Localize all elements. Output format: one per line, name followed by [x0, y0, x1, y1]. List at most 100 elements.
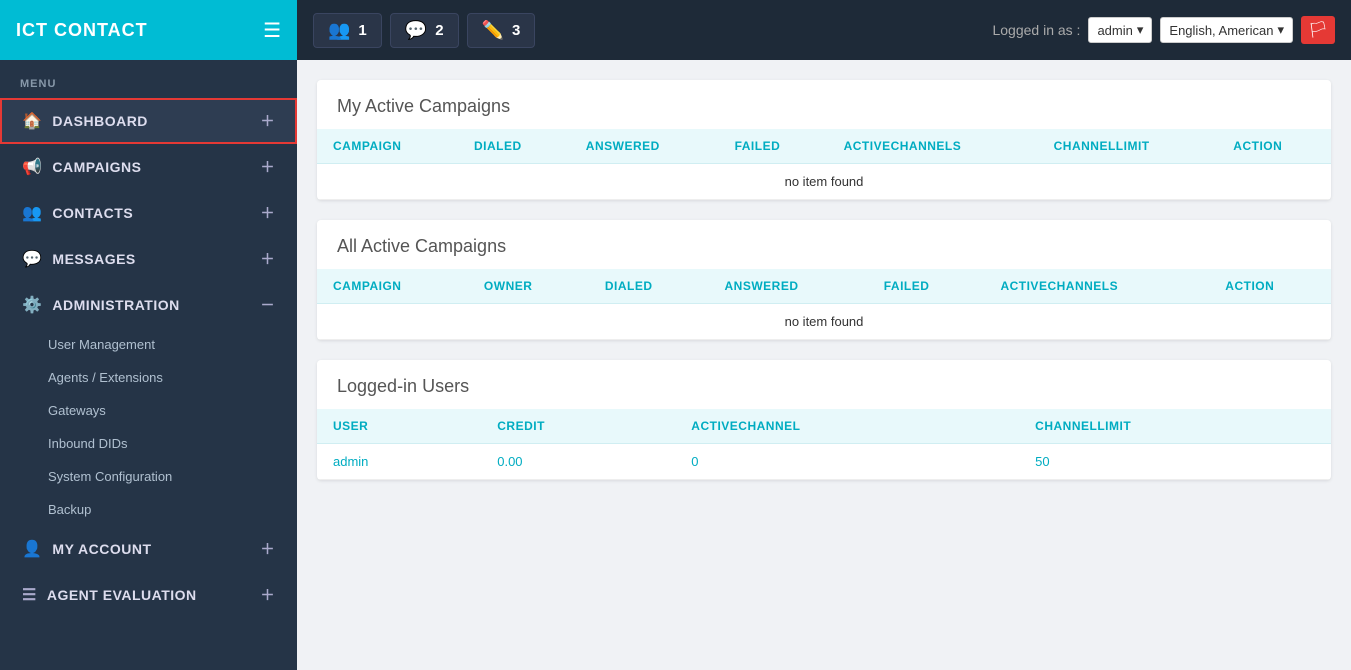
nav-badge-messages-count: 2 — [435, 22, 443, 39]
agent-evaluation-icon: ☰ — [22, 585, 37, 605]
my-active-campaigns-columns: CAMPAIGN DIALED ANSWERED FAILED ACTIVECH… — [317, 129, 1331, 164]
sidebar-item-dashboard[interactable]: 🏠 DASHBOARD ＋ — [0, 98, 297, 144]
all-active-campaigns-table: CAMPAIGN OWNER DIALED ANSWERED FAILED AC… — [317, 269, 1331, 340]
logged-in-users-header: Logged-in Users — [317, 360, 1331, 409]
main-content: My Active Campaigns CAMPAIGN DIALED ANSW… — [297, 60, 1351, 670]
all-active-campaigns-empty: no item found — [317, 304, 1331, 340]
menu-label: MENU — [0, 60, 297, 98]
col-failed: FAILED — [719, 129, 828, 164]
sidebar-item-messages-label: MESSAGES — [52, 251, 135, 267]
chevron-down-icon: ▾ — [1277, 22, 1284, 38]
nav-badge-edit[interactable]: ✏️ 3 — [467, 13, 536, 48]
col-action: ACTION — [1217, 129, 1331, 164]
nav-badge-edit-count: 3 — [512, 22, 520, 39]
chevron-down-icon: ▾ — [1137, 22, 1144, 38]
administration-icon: ⚙️ — [22, 295, 42, 315]
col-answered: ANSWERED — [570, 129, 719, 164]
campaigns-icon: 📢 — [22, 157, 42, 177]
credit-cell: 0.00 — [481, 444, 675, 480]
minus-icon: － — [261, 295, 276, 315]
header-right: 👥 1 💬 2 ✏️ 3 Logged in as : admin ▾ Engl… — [297, 13, 1351, 48]
channellimit-cell: 50 — [1019, 444, 1331, 480]
col-channellimit: CHANNELLIMIT — [1019, 409, 1331, 444]
sidebar-item-administration[interactable]: ⚙️ ADMINISTRATION － — [0, 282, 297, 328]
col-answered: ANSWERED — [709, 269, 868, 304]
col-credit: CREDIT — [481, 409, 675, 444]
hamburger-icon[interactable]: ☰ — [263, 18, 281, 43]
all-active-campaigns-card: All Active Campaigns CAMPAIGN OWNER DIAL… — [317, 220, 1331, 340]
sidebar-item-user-management[interactable]: User Management — [0, 328, 297, 361]
user-cell[interactable]: admin — [317, 444, 481, 480]
logged-in-users-columns: USER CREDIT ACTIVECHANNEL CHANNELLIMIT — [317, 409, 1331, 444]
col-activechannels: ACTIVECHANNELS — [984, 269, 1209, 304]
sidebar-item-administration-label: ADMINISTRATION — [52, 297, 179, 313]
sidebar-item-contacts-label: CONTACTS — [52, 205, 133, 221]
my-active-campaigns-header: My Active Campaigns — [317, 80, 1331, 129]
no-item-text: no item found — [317, 164, 1331, 200]
messages-nav-icon: 💬 — [22, 249, 42, 269]
user-select-value: admin — [1097, 23, 1132, 38]
my-active-campaigns-table: CAMPAIGN DIALED ANSWERED FAILED ACTIVECH… — [317, 129, 1331, 200]
logged-in-label: Logged in as : — [992, 22, 1080, 38]
language-select[interactable]: English, American ▾ — [1160, 17, 1293, 43]
user-select[interactable]: admin ▾ — [1088, 17, 1152, 43]
sidebar-item-my-account-label: MY ACCOUNT — [52, 541, 151, 557]
col-channellimit: CHANNELLIMIT — [1038, 129, 1218, 164]
language-select-value: English, American — [1169, 23, 1273, 38]
sidebar-item-campaigns-label: CAMPAIGNS — [52, 159, 141, 175]
plus-icon: ＋ — [261, 157, 276, 177]
plus-icon: ＋ — [261, 249, 276, 269]
sidebar-item-inbound-dids[interactable]: Inbound DIDs — [0, 427, 297, 460]
plus-icon: ＋ — [261, 111, 276, 131]
sidebar-item-my-account[interactable]: 👤 MY ACCOUNT ＋ — [0, 526, 297, 572]
logged-in-section: Logged in as : admin ▾ English, American… — [992, 16, 1335, 44]
sidebar-item-system-configuration[interactable]: System Configuration — [0, 460, 297, 493]
edit-icon: ✏️ — [482, 20, 504, 41]
col-action: ACTION — [1209, 269, 1331, 304]
col-activechannel: ACTIVECHANNEL — [675, 409, 1019, 444]
col-campaign: CAMPAIGN — [317, 269, 468, 304]
plus-icon: ＋ — [261, 203, 276, 223]
col-dialed: DIALED — [589, 269, 709, 304]
sidebar-item-gateways[interactable]: Gateways — [0, 394, 297, 427]
my-active-campaigns-card: My Active Campaigns CAMPAIGN DIALED ANSW… — [317, 80, 1331, 200]
col-dialed: DIALED — [458, 129, 570, 164]
messages-icon: 💬 — [405, 20, 427, 41]
sidebar-item-campaigns[interactable]: 📢 CAMPAIGNS ＋ — [0, 144, 297, 190]
users-icon: 👥 — [328, 20, 350, 41]
col-activechannels: ACTIVECHANNELS — [828, 129, 1038, 164]
activechannel-cell: 0 — [675, 444, 1019, 480]
col-campaign: CAMPAIGN — [317, 129, 458, 164]
dashboard-icon: 🏠 — [22, 111, 42, 131]
all-active-campaigns-header: All Active Campaigns — [317, 220, 1331, 269]
nav-badge-users[interactable]: 👥 1 — [313, 13, 382, 48]
sidebar-item-messages[interactable]: 💬 MESSAGES ＋ — [0, 236, 297, 282]
plus-icon: ＋ — [261, 539, 276, 559]
my-active-campaigns-title: My Active Campaigns — [337, 96, 510, 116]
logged-in-users-card: Logged-in Users USER CREDIT ACTIVECHANNE… — [317, 360, 1331, 480]
nav-badge-users-count: 1 — [358, 22, 366, 39]
table-row: admin 0.00 0 50 — [317, 444, 1331, 480]
admin-submenu: User Management Agents / Extensions Gate… — [0, 328, 297, 526]
sidebar-item-backup[interactable]: Backup — [0, 493, 297, 526]
my-account-icon: 👤 — [22, 539, 42, 559]
logged-in-users-table: USER CREDIT ACTIVECHANNEL CHANNELLIMIT a… — [317, 409, 1331, 480]
sidebar: MENU 🏠 DASHBOARD ＋ 📢 CAMPAIGNS ＋ 👥 CONTA… — [0, 60, 297, 670]
col-owner: OWNER — [468, 269, 589, 304]
col-failed: FAILED — [868, 269, 985, 304]
nav-badge-messages[interactable]: 💬 2 — [390, 13, 459, 48]
flag-button[interactable]: 🏳 — [1301, 16, 1335, 44]
brand-area: ICT CONTACT ☰ — [0, 0, 297, 60]
no-item-text: no item found — [317, 304, 1331, 340]
sidebar-item-dashboard-label: DASHBOARD — [52, 113, 148, 129]
sidebar-item-agent-evaluation-label: AGENT EVALUATION — [47, 587, 197, 603]
plus-icon: ＋ — [261, 585, 276, 605]
my-active-campaigns-empty: no item found — [317, 164, 1331, 200]
all-active-campaigns-columns: CAMPAIGN OWNER DIALED ANSWERED FAILED AC… — [317, 269, 1331, 304]
sidebar-item-agents-extensions[interactable]: Agents / Extensions — [0, 361, 297, 394]
logged-in-users-title: Logged-in Users — [337, 376, 469, 396]
all-active-campaigns-title: All Active Campaigns — [337, 236, 506, 256]
contacts-icon: 👥 — [22, 203, 42, 223]
sidebar-item-contacts[interactable]: 👥 CONTACTS ＋ — [0, 190, 297, 236]
sidebar-item-agent-evaluation[interactable]: ☰ AGENT EVALUATION ＋ — [0, 572, 297, 618]
